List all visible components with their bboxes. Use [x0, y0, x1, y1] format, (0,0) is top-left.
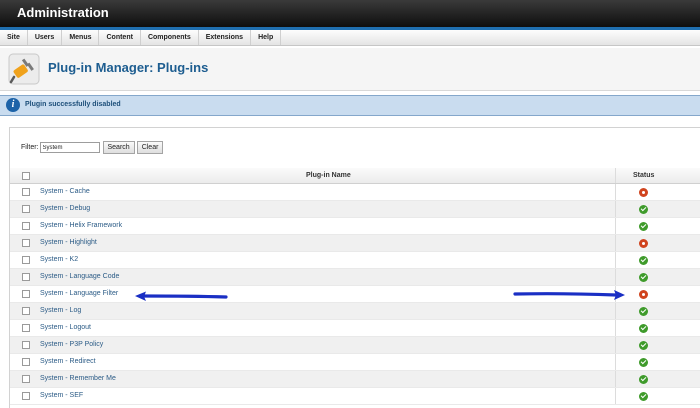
row-checkbox[interactable]: [22, 358, 30, 366]
row-checkbox[interactable]: [22, 307, 30, 315]
column-divider: [615, 303, 616, 319]
admin-header: Administration: [0, 0, 700, 27]
column-header-status[interactable]: Status: [633, 172, 654, 179]
column-divider: [615, 235, 616, 251]
disabled-status-icon[interactable]: [639, 239, 648, 248]
annotation-arrow-right-icon: [513, 290, 625, 300]
plugin-name-link[interactable]: System - SEF: [40, 392, 83, 399]
menu-item-extensions[interactable]: Extensions: [199, 30, 252, 45]
plugin-name-link[interactable]: System - Language Filter: [40, 290, 118, 297]
menu-item-site[interactable]: Site: [0, 30, 28, 45]
column-divider: [615, 269, 616, 285]
filter-bar: Filter: Search Clear: [21, 141, 165, 154]
column-header-name[interactable]: Plug-in Name: [306, 172, 351, 179]
table-row: System - Cache: [10, 184, 700, 201]
plugin-name-link[interactable]: System - Redirect: [40, 358, 96, 365]
enabled-check-icon[interactable]: [639, 392, 648, 401]
page-toolbar: Plug-in Manager: Plug-ins: [0, 48, 700, 91]
row-checkbox[interactable]: [22, 222, 30, 230]
enabled-check-icon[interactable]: [639, 205, 648, 214]
table-row: System - SEF: [10, 388, 700, 405]
row-checkbox[interactable]: [22, 256, 30, 264]
system-message: i Plugin successfully disabled: [0, 95, 700, 116]
disabled-status-icon[interactable]: [639, 290, 648, 299]
menu-item-content[interactable]: Content: [99, 30, 141, 45]
table-row: System - K2: [10, 252, 700, 269]
row-checkbox[interactable]: [22, 290, 30, 298]
app-title: Administration: [17, 5, 109, 20]
plugin-name-link[interactable]: System - Debug: [40, 205, 90, 212]
plugin-list-panel: Filter: Search Clear Plug-in Name Status…: [9, 127, 700, 408]
enabled-check-icon[interactable]: [639, 358, 648, 367]
enabled-check-icon[interactable]: [639, 324, 648, 333]
plugin-name-link[interactable]: System - Logout: [40, 324, 91, 331]
enabled-check-icon[interactable]: [639, 222, 648, 231]
message-text: Plugin successfully disabled: [25, 101, 121, 108]
row-checkbox[interactable]: [22, 205, 30, 213]
table-row: System - Logout: [10, 320, 700, 337]
enabled-check-icon[interactable]: [639, 273, 648, 282]
row-checkbox[interactable]: [22, 341, 30, 349]
column-divider: [615, 371, 616, 387]
info-icon: i: [6, 98, 20, 112]
column-divider: [615, 168, 616, 183]
table-row: System - Debug: [10, 201, 700, 218]
row-checkbox[interactable]: [22, 188, 30, 196]
column-divider: [615, 252, 616, 268]
row-checkbox[interactable]: [22, 239, 30, 247]
plugin-icon: [8, 53, 40, 85]
plugin-name-link[interactable]: System - Remember Me: [40, 375, 116, 382]
column-divider: [615, 218, 616, 234]
row-checkbox[interactable]: [22, 324, 30, 332]
menu-item-users[interactable]: Users: [28, 30, 63, 45]
table-header: Plug-in Name Status: [10, 168, 700, 184]
menu-item-help[interactable]: Help: [251, 30, 282, 45]
enabled-check-icon[interactable]: [639, 307, 648, 316]
select-all-checkbox[interactable]: [22, 172, 30, 180]
table-row: System - Remember Me: [10, 371, 700, 388]
menu-item-components[interactable]: Components: [141, 30, 199, 45]
plugin-name-link[interactable]: System - Language Code: [40, 273, 119, 280]
plugin-name-link[interactable]: System - Log: [40, 307, 81, 314]
table-row: System - Language Code: [10, 269, 700, 286]
page-title: Plug-in Manager: Plug-ins: [48, 60, 209, 75]
table-row: System - Redirect: [10, 354, 700, 371]
plugin-name-link[interactable]: System - Highlight: [40, 239, 97, 246]
column-divider: [615, 388, 616, 404]
plugin-name-link[interactable]: System - Helix Framework: [40, 222, 122, 229]
table-row: System - P3P Policy: [10, 337, 700, 354]
enabled-check-icon[interactable]: [639, 341, 648, 350]
clear-button[interactable]: Clear: [136, 141, 164, 154]
plugin-name-link[interactable]: System - P3P Policy: [40, 341, 103, 348]
menu-item-menus[interactable]: Menus: [62, 30, 100, 45]
table-row: System - Highlight: [10, 235, 700, 252]
disabled-status-icon[interactable]: [639, 188, 648, 197]
column-divider: [615, 184, 616, 200]
table-row: System - Helix Framework: [10, 218, 700, 235]
filter-input[interactable]: [39, 142, 100, 153]
column-divider: [615, 201, 616, 217]
main-menu: Site Users Menus Content Components Exte…: [0, 30, 700, 46]
column-divider: [615, 354, 616, 370]
plugin-name-link[interactable]: System - Cache: [40, 188, 90, 195]
search-button[interactable]: Search: [102, 141, 135, 154]
enabled-check-icon[interactable]: [639, 256, 648, 265]
column-divider: [615, 320, 616, 336]
table-row: System - Log: [10, 303, 700, 320]
column-divider: [615, 337, 616, 353]
filter-label: Filter:: [21, 144, 39, 151]
row-checkbox[interactable]: [22, 392, 30, 400]
row-checkbox[interactable]: [22, 375, 30, 383]
plugin-name-link[interactable]: System - K2: [40, 256, 78, 263]
row-checkbox[interactable]: [22, 273, 30, 281]
annotation-arrow-left-icon: [135, 291, 228, 301]
enabled-check-icon[interactable]: [639, 375, 648, 384]
